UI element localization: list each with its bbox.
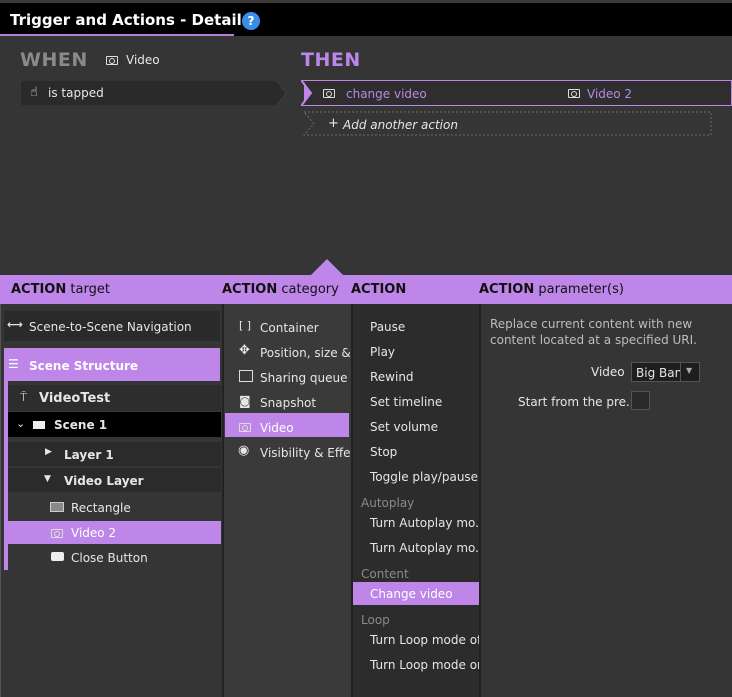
layer1-row[interactable] — [8, 442, 221, 466]
action-toggle[interactable]: Toggle play/pause — [370, 470, 478, 484]
action-loop-off[interactable]: Turn Loop mode off — [370, 633, 485, 647]
video-icon — [239, 421, 251, 435]
video-icon — [106, 54, 118, 68]
content-section: Content — [361, 567, 409, 581]
chevron-down-icon[interactable]: ⌄ — [16, 417, 25, 430]
params-description: Replace current content with new content… — [490, 317, 697, 347]
category-snapshot[interactable]: Snapshot — [260, 396, 316, 410]
title-underline — [0, 34, 234, 36]
header-params-bold: ACTION — [479, 282, 535, 297]
video-layer-label: Video Layer — [64, 474, 144, 488]
action-play[interactable]: Play — [370, 345, 395, 359]
scene-icon — [33, 421, 45, 429]
category-position[interactable]: Position, size &... — [260, 346, 362, 360]
header-target-bold: ACTION — [11, 282, 67, 297]
window-title: Trigger and Actions - Details — [10, 11, 251, 29]
share-icon — [239, 370, 253, 382]
start-param-label: Start from the pre... — [518, 395, 638, 409]
move-icon: ✥ — [239, 343, 250, 358]
category-column — [222, 304, 351, 697]
project-label: VideoTest — [39, 391, 111, 406]
button-icon — [51, 552, 64, 561]
project-icon: ⍑ — [20, 390, 28, 404]
video-param-label: Video — [591, 365, 625, 379]
action-label: change video — [346, 87, 427, 101]
scene-label: Scene 1 — [54, 418, 108, 432]
action-set-timeline[interactable]: Set timeline — [370, 395, 442, 409]
category-video[interactable]: Video — [260, 421, 294, 435]
select-divider — [680, 363, 681, 381]
rectangle-icon — [50, 502, 64, 512]
when-object: Video — [126, 53, 160, 67]
action-pause[interactable]: Pause — [370, 320, 405, 334]
close-button-label[interactable]: Close Button — [71, 551, 148, 565]
category-visibility[interactable]: Visibility & Effe... — [260, 446, 362, 460]
autoplay-section: Autoplay — [361, 496, 415, 510]
header-target: target — [70, 282, 110, 297]
when-label: WHEN — [20, 49, 88, 71]
action-header-bar: ACTION target ACTION category ACTION ACT… — [0, 275, 732, 304]
video-icon — [568, 87, 580, 101]
action-loop-on[interactable]: Turn Loop mode on — [370, 658, 485, 672]
category-container[interactable]: Container — [260, 321, 319, 335]
header-category: category — [281, 282, 339, 297]
video-icon — [51, 527, 63, 541]
camera-icon: ◙ — [239, 394, 251, 408]
add-action-label: Add another action — [343, 118, 458, 132]
layer1-label: Layer 1 — [64, 448, 114, 462]
video-select-value: Big Bang — [636, 366, 680, 380]
video-select[interactable]: Big Bang ▼ — [631, 362, 700, 382]
action-autoplay-2[interactable]: Turn Autoplay mo... — [370, 541, 487, 555]
action-change-video[interactable]: Change video — [370, 587, 453, 601]
eye-icon: ◉ — [238, 443, 250, 458]
video-icon — [323, 87, 335, 101]
chevron-down-icon[interactable]: ▼ — [44, 474, 51, 484]
container-icon: [ ] — [239, 319, 252, 332]
target-nav-label: Scene-to-Scene Navigation — [29, 320, 192, 334]
layers-icon: ☰ — [8, 357, 19, 371]
action-target: Video 2 — [587, 87, 633, 101]
target-structure-label: Scene Structure — [29, 359, 139, 373]
plus-icon: + — [328, 116, 339, 131]
category-sharing[interactable]: Sharing queue — [260, 371, 347, 385]
chevron-down-icon[interactable]: ▼ — [686, 366, 692, 375]
rectangle-label[interactable]: Rectangle — [71, 501, 131, 515]
trigger-label: is tapped — [48, 86, 104, 100]
header-notch — [311, 259, 343, 275]
chevron-right-icon[interactable]: ▶ — [45, 447, 52, 457]
header-action-bold: ACTION — [351, 282, 407, 297]
video2-label: Video 2 — [71, 526, 117, 540]
loop-section: Loop — [361, 613, 390, 627]
header-category-bold: ACTION — [222, 282, 278, 297]
action-stop[interactable]: Stop — [370, 445, 397, 459]
title-bar: Trigger and Actions - Details ? — [0, 0, 732, 36]
arrows-icon: ⟷ — [7, 318, 23, 331]
action-rewind[interactable]: Rewind — [370, 370, 414, 384]
help-icon[interactable]: ? — [242, 12, 260, 30]
header-params: parameter(s) — [538, 282, 624, 297]
then-label: THEN — [301, 49, 361, 71]
start-checkbox[interactable] — [631, 391, 650, 410]
action-autoplay-1[interactable]: Turn Autoplay mo... — [370, 516, 487, 530]
action-set-volume[interactable]: Set volume — [370, 420, 438, 434]
hand-icon: ☝ — [30, 85, 38, 100]
